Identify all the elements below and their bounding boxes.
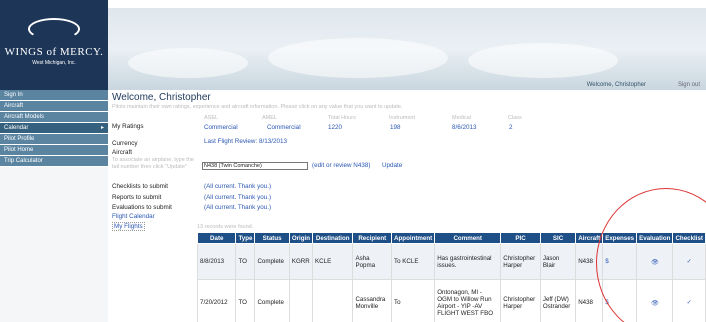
ratings-header-instrument: Instrument (389, 115, 415, 121)
cloud-shape (128, 48, 248, 78)
cell-appointment: To (391, 279, 436, 322)
logo-swoosh-icon (28, 18, 80, 40)
cell-sic: Jason Blair (539, 243, 577, 280)
col-recipient[interactable]: Recipient (352, 232, 393, 244)
cell-comment: Has gastrointestinal issues. (434, 243, 502, 280)
cloud-shape (468, 43, 618, 78)
sidebar-item-label: Pilot Home (4, 147, 34, 153)
sidebar-item-label: Sign In (4, 92, 23, 98)
col-appointment[interactable]: Appointment (391, 232, 436, 244)
sidebar-item-aircraft[interactable]: Aircraft (0, 101, 108, 112)
edit-aircraft-link[interactable]: (edit or review N438) (312, 162, 370, 169)
header-signout-link[interactable]: Sign out (678, 82, 700, 88)
page: WINGS of MERCY. West Michigan, Inc. Welc… (0, 0, 706, 322)
col-status[interactable]: Status (254, 232, 290, 244)
evaluations-label: Evaluations to submit (112, 204, 172, 211)
col-sic[interactable]: SIC (539, 232, 577, 244)
rating-total-hours-value[interactable]: 1220 (328, 124, 342, 131)
wings-of-mercy-logo[interactable]: WINGS of MERCY. West Michigan, Inc. (0, 0, 108, 90)
cell-recipient: Cassandra Monville (352, 279, 393, 322)
col-destination[interactable]: Destination (312, 232, 354, 244)
evaluations-value[interactable]: (All current. Thank you.) (204, 204, 271, 211)
cell-status: Complete (254, 279, 290, 322)
col-pic[interactable]: PIC (500, 232, 541, 244)
header-welcome: Welcome, Christopher (586, 82, 646, 88)
cell-type: TO (235, 279, 256, 322)
sidebar-item-aircraft-models[interactable]: Aircraft Models (0, 112, 108, 123)
sidebar-item-label: Calendar (4, 125, 29, 131)
ratings-header-medical: Medical (452, 115, 471, 121)
sidebar-item-trip-calculator[interactable]: Trip Calculator (0, 156, 108, 167)
rating-class-value[interactable]: 2 (509, 124, 513, 131)
cloud-shape (268, 38, 448, 78)
rating-instrument-value[interactable]: 198 (390, 124, 401, 131)
cell-type: TO (235, 243, 256, 280)
cell-comment: Ontonagon, MI - OGM to Willow Run Airpor… (434, 279, 502, 322)
rating-amel-value[interactable]: Commercial (267, 124, 301, 131)
records-count: 13 records were found. (197, 224, 254, 230)
sidebar: Sign In Aircraft Aircraft Models Calenda… (0, 90, 108, 322)
col-date[interactable]: Date (196, 232, 237, 244)
aircraft-hint: To associate an airplane, type the tail … (112, 157, 194, 170)
cell-appointment: To KCLE (391, 243, 436, 280)
cell-pic: Christopher Harper (500, 243, 541, 280)
cell-status: Complete (254, 243, 290, 280)
sidebar-item-sign-in[interactable]: Sign In (0, 90, 108, 101)
chevron-right-icon: ▸ (100, 125, 104, 131)
currency-label: Currency (112, 140, 138, 147)
page-title: Welcome, Christopher (112, 92, 211, 103)
cell-date: 7/20/2012 (196, 279, 237, 322)
sidebar-item-label: Pilot Profile (4, 136, 35, 142)
cell-destination: KCLE (312, 243, 354, 280)
my-flights-link[interactable]: My Flights (112, 222, 145, 231)
aircraft-tail-input[interactable]: N438 (Twin Comanche) (202, 162, 308, 170)
cell-sic: Jeff (DW) Ostrander (539, 279, 577, 322)
checklists-value[interactable]: (All current. Thank you.) (204, 183, 271, 190)
cell-origin: KGRR (288, 243, 314, 280)
col-type[interactable]: Type (235, 232, 256, 244)
sky-banner: Welcome, Christopher Sign out (108, 8, 706, 90)
sidebar-item-label: Aircraft Models (4, 114, 45, 120)
cell-date: 8/8/2013 (196, 243, 237, 280)
cell-destination (312, 279, 354, 322)
ratings-header-amel: AMEL (262, 115, 277, 121)
rating-asel-value[interactable]: Commercial (204, 124, 238, 131)
logo-subtitle: West Michigan, Inc. (32, 60, 76, 66)
logo-title: WINGS of MERCY. (4, 46, 104, 58)
flight-calendar-link[interactable]: Flight Calendar (112, 213, 155, 220)
sidebar-item-label: Aircraft (4, 103, 24, 109)
sidebar-item-calendar[interactable]: Calendar ▸ (0, 123, 108, 134)
col-origin[interactable]: Origin (288, 232, 314, 244)
ratings-header-total-hours: Total Hours (328, 115, 356, 121)
page-subtitle: Pilots maintain their own ratings, exper… (112, 104, 403, 110)
cell-origin (288, 279, 314, 322)
col-comment[interactable]: Comment (434, 232, 502, 244)
ratings-header-asel: ASEL (204, 115, 219, 121)
sidebar-item-label: Trip Calculator (4, 158, 43, 164)
last-flight-review-link[interactable]: Last Flight Review: 8/13/2013 (204, 138, 287, 145)
rating-medical-value[interactable]: 8/6/2013 (452, 124, 477, 131)
reports-label: Reports to submit (112, 194, 162, 201)
ratings-label: My Ratings (112, 123, 144, 130)
update-aircraft-link[interactable]: Update (382, 162, 402, 169)
cell-recipient: Asha Popma (352, 243, 393, 280)
sidebar-item-pilot-profile[interactable]: Pilot Profile (0, 134, 108, 145)
cell-pic: Christopher Harper (500, 279, 541, 322)
checklists-label: Checklists to submit (112, 183, 168, 190)
ratings-header-class: Class (508, 115, 522, 121)
aircraft-label: Aircraft (112, 149, 132, 156)
reports-value[interactable]: (All current. Thank you.) (204, 194, 271, 201)
sidebar-item-pilot-home[interactable]: Pilot Home (0, 145, 108, 156)
